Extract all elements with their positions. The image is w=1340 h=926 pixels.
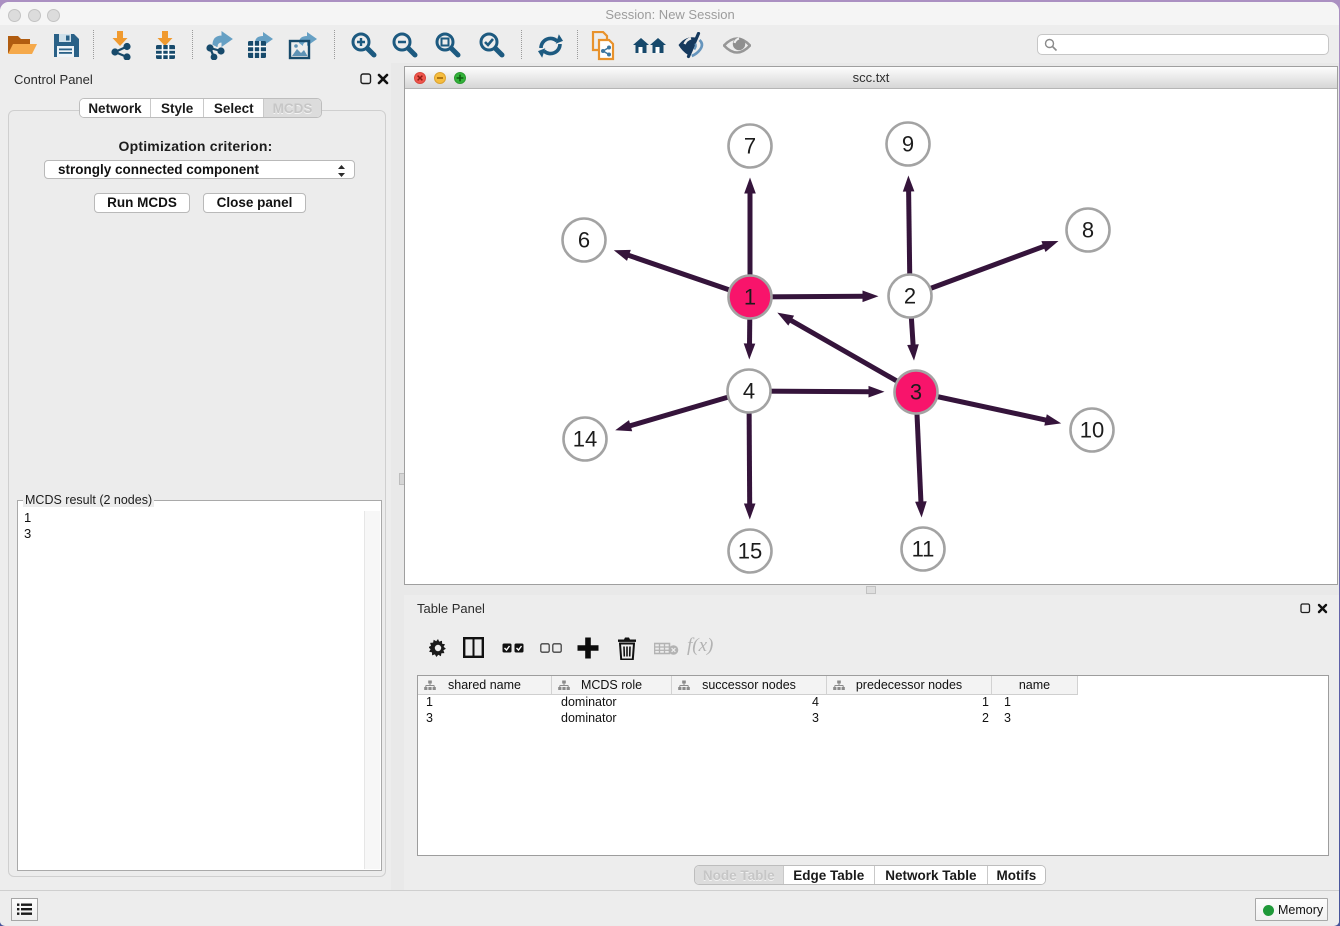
svg-text:2: 2 xyxy=(904,284,916,309)
svg-text:11: 11 xyxy=(912,537,935,562)
svg-text:8: 8 xyxy=(1082,218,1094,243)
svg-text:3: 3 xyxy=(910,380,922,405)
svg-text:15: 15 xyxy=(738,539,762,564)
svg-text:9: 9 xyxy=(902,132,914,157)
svg-text:4: 4 xyxy=(743,379,755,404)
svg-text:6: 6 xyxy=(578,228,590,253)
svg-text:10: 10 xyxy=(1080,418,1104,443)
svg-text:14: 14 xyxy=(573,427,597,452)
svg-text:7: 7 xyxy=(744,134,756,159)
svg-text:1: 1 xyxy=(744,285,756,310)
